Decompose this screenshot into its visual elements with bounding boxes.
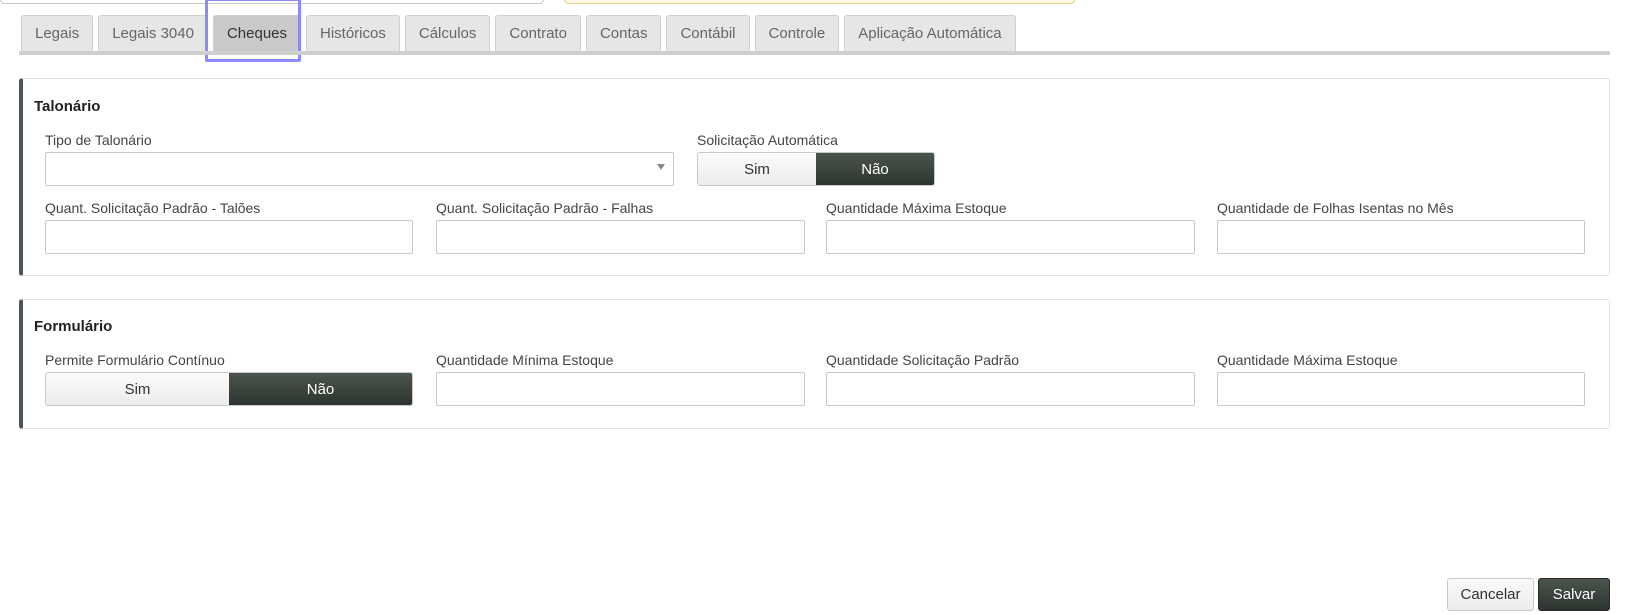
quant-taloes-input[interactable]	[45, 220, 413, 254]
tab-legais-3040[interactable]: Legais 3040	[98, 15, 208, 51]
permite-formulario-sim[interactable]: Sim	[46, 373, 229, 405]
tipo-talonario-label: Tipo de Talonário	[45, 132, 152, 148]
talonario-panel: Talonário Tipo de Talonário Solicitação …	[19, 78, 1610, 276]
quant-falhas-label: Quant. Solicitação Padrão - Falhas	[436, 200, 654, 216]
qtd-folhas-isentas-label: Quantidade de Folhas Isentas no Mês	[1217, 200, 1454, 216]
qtd-min-estoque-input[interactable]	[436, 372, 805, 406]
chevron-down-icon	[657, 164, 665, 170]
tab-contabil[interactable]: Contábil	[666, 15, 750, 51]
formulario-qtd-max-label: Quantidade Máxima Estoque	[1217, 352, 1398, 368]
top-input-field[interactable]	[0, 0, 544, 4]
tab-historicos[interactable]: Históricos	[306, 15, 400, 51]
top-warning-field	[564, 0, 1075, 4]
talonario-title: Talonário	[34, 98, 101, 115]
permite-formulario-nao[interactable]: Não	[229, 373, 412, 405]
formulario-title: Formulário	[34, 318, 113, 335]
qtd-folhas-isentas-input[interactable]	[1217, 220, 1585, 254]
tipo-talonario-select[interactable]	[45, 152, 674, 186]
tab-cheques[interactable]: Cheques	[212, 15, 301, 51]
tab-calculos[interactable]: Cálculos	[404, 15, 491, 51]
solicitacao-automatica-nao[interactable]: Não	[816, 153, 934, 185]
cancel-button[interactable]: Cancelar	[1447, 578, 1534, 611]
save-button[interactable]: Salvar	[1538, 578, 1610, 611]
formulario-panel: Formulário Permite Formulário Contínuo S…	[19, 299, 1610, 429]
qtd-max-estoque-label: Quantidade Máxima Estoque	[826, 200, 1007, 216]
tab-bar: Legais Legais 3040 Cheques Históricos Cá…	[21, 15, 1016, 51]
permite-formulario-label: Permite Formulário Contínuo	[45, 352, 225, 368]
qtd-solic-padrao-label: Quantidade Solicitação Padrão	[826, 352, 1020, 368]
qtd-max-estoque-input[interactable]	[826, 220, 1195, 254]
solicitacao-automatica-toggle: Sim Não	[697, 152, 935, 186]
tab-contas[interactable]: Contas	[585, 15, 662, 51]
permite-formulario-toggle: Sim Não	[45, 372, 413, 406]
tab-underline	[19, 51, 1610, 55]
solicitacao-automatica-sim[interactable]: Sim	[698, 153, 816, 185]
qtd-solic-padrao-input[interactable]	[826, 372, 1195, 406]
solicitacao-automatica-label: Solicitação Automática	[697, 132, 838, 148]
qtd-min-estoque-label: Quantidade Mínima Estoque	[436, 352, 614, 368]
quant-falhas-input[interactable]	[436, 220, 805, 254]
formulario-qtd-max-input[interactable]	[1217, 372, 1585, 406]
tab-controle[interactable]: Controle	[754, 15, 840, 51]
tab-aplicacao-automatica[interactable]: Aplicação Automática	[844, 15, 1016, 51]
quant-taloes-label: Quant. Solicitação Padrão - Talões	[45, 200, 261, 216]
tab-legais[interactable]: Legais	[21, 15, 94, 51]
tab-contrato[interactable]: Contrato	[495, 15, 581, 51]
